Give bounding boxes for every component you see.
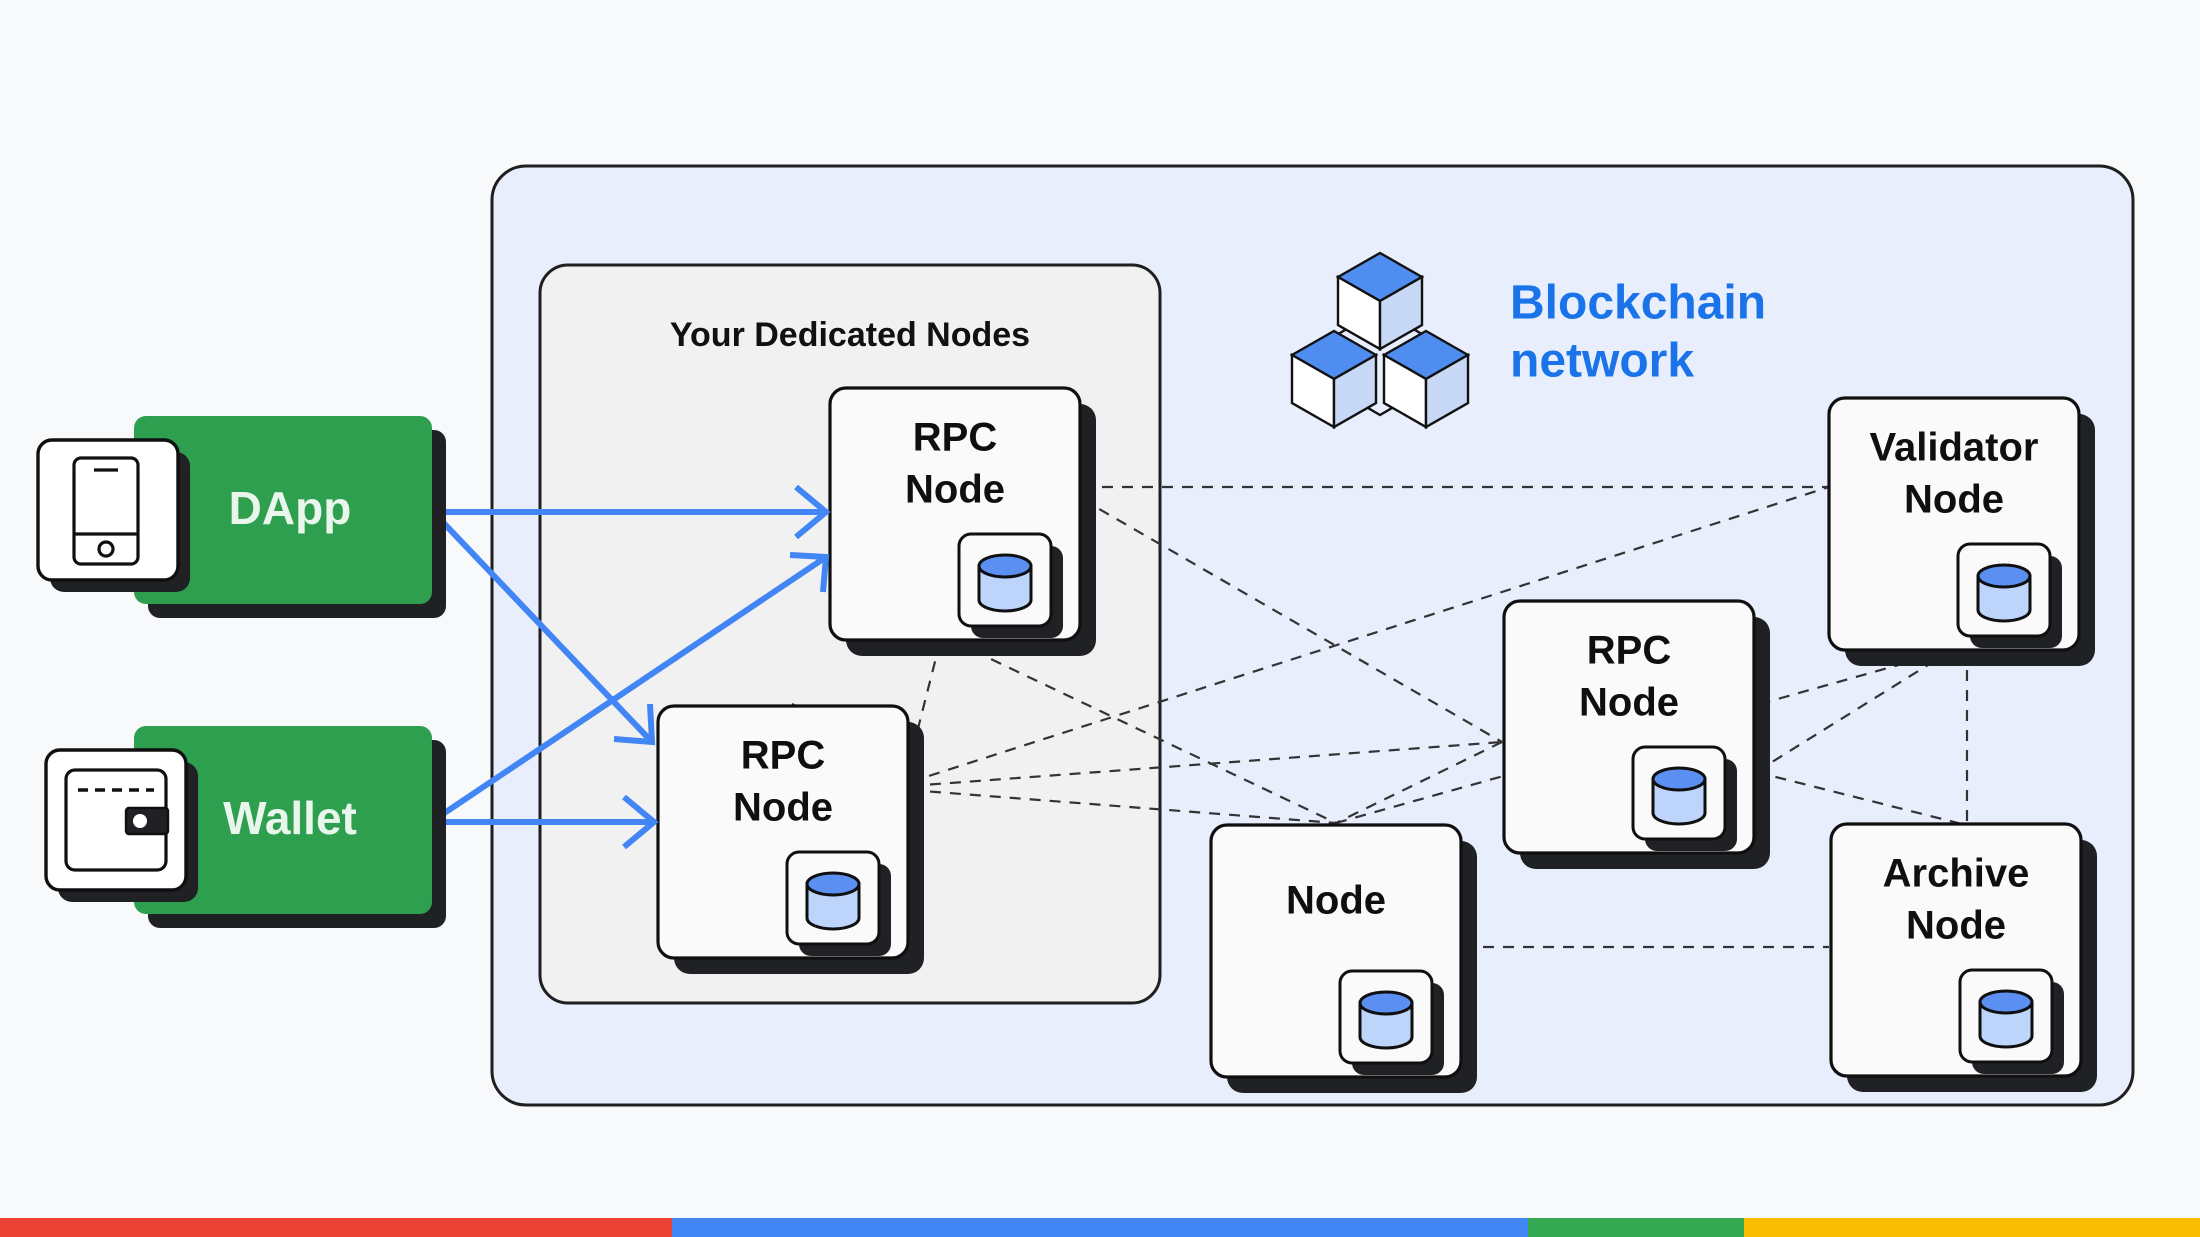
rpc-node-3-database-icon (1631, 745, 1737, 851)
validator-node-database-icon (1956, 542, 2062, 648)
wallet-icon (44, 748, 198, 902)
dedicated-nodes-title: Your Dedicated Nodes (670, 316, 1030, 354)
plain-node-label-line1: Node (1286, 879, 1386, 923)
archive-node-label-line2: Node (1906, 904, 2006, 948)
rpc-node-2-database-icon (785, 850, 891, 956)
client-card-wallet[interactable]: Wallet (44, 726, 446, 928)
rpc-node-1-database-icon (957, 532, 1063, 638)
client-card-dapp[interactable]: DApp (36, 416, 446, 618)
rpc-node-2-label-line2: Node (733, 786, 833, 830)
mobile-phone-icon (36, 438, 190, 592)
rpc-node-3-label-line1: RPC (1587, 629, 1671, 673)
node-card-plain-node[interactable]: Node (1209, 823, 1477, 1093)
footer-segment-blue (672, 1218, 1528, 1237)
archive-node-database-icon (1958, 968, 2064, 1074)
node-card-validator-node[interactable]: Validator Node (1827, 396, 2095, 666)
plain-node-database-icon (1338, 969, 1444, 1075)
diagram-canvas: Your Dedicated Nodes Blockchain network … (0, 0, 2200, 1237)
rpc-node-2-label-line1: RPC (741, 734, 825, 778)
dapp-label: DApp (229, 482, 352, 534)
archive-node-label-line1: Archive (1883, 852, 2030, 896)
footer-segment-yellow (1744, 1218, 2200, 1237)
validator-node-label-line1: Validator (1870, 426, 2039, 470)
footer-color-bar (0, 1218, 2200, 1237)
node-card-rpc-node-2[interactable]: RPC Node (656, 704, 924, 974)
node-card-rpc-node-1[interactable]: RPC Node (828, 386, 1096, 656)
rpc-node-1-label-line2: Node (905, 468, 1005, 512)
node-card-rpc-node-3[interactable]: RPC Node (1502, 599, 1770, 869)
rpc-node-3-label-line2: Node (1579, 681, 1679, 725)
network-title-line2: network (1510, 335, 1694, 388)
footer-segment-green (1528, 1218, 1744, 1237)
footer-segment-red (0, 1218, 672, 1237)
wallet-label: Wallet (223, 792, 357, 844)
network-title-line1: Blockchain (1510, 277, 1766, 330)
validator-node-label-line2: Node (1904, 478, 2004, 522)
rpc-node-1-label-line1: RPC (913, 416, 997, 460)
blockchain-architecture-diagram: Your Dedicated Nodes Blockchain network … (0, 0, 2200, 1237)
node-card-archive-node[interactable]: Archive Node (1829, 822, 2097, 1092)
